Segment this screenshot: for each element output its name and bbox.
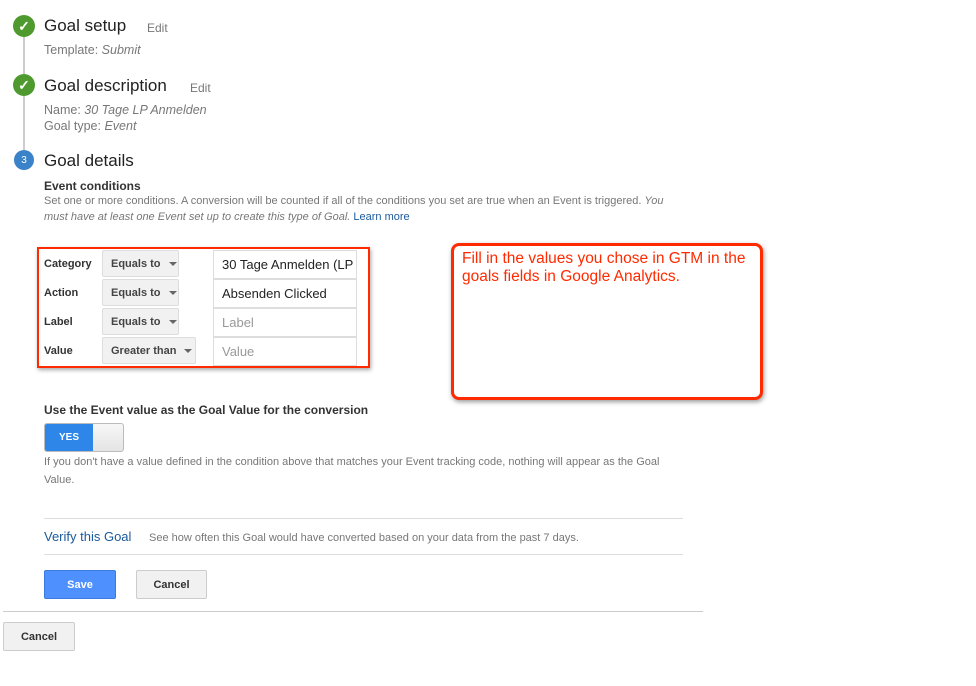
desc: Set one or more conditions. A conversion…: [44, 195, 642, 207]
condition-label: Category: [44, 258, 92, 270]
event-conditions-heading: Event conditions: [44, 179, 141, 193]
step-number-badge: 3: [14, 150, 34, 170]
caret-down-icon: [168, 319, 177, 324]
condition-label: Value: [44, 345, 73, 357]
label-input[interactable]: Label: [213, 308, 357, 337]
value: 30 Tage LP Anmelden: [84, 103, 207, 117]
check-icon: ✓: [13, 74, 35, 96]
name-line: Name: 30 Tage LP Anmelden: [44, 103, 207, 117]
divider: [44, 518, 683, 519]
value-input[interactable]: Value: [213, 337, 357, 366]
label: Name:: [44, 103, 85, 117]
operator-dropdown[interactable]: Equals to: [102, 250, 179, 277]
condition-label: Label: [44, 316, 73, 328]
label: Goal type:: [44, 119, 105, 133]
event-conditions-desc: Set one or more conditions. A conversion…: [44, 193, 674, 225]
template-line: Template: Submit: [44, 43, 141, 57]
operator-dropdown[interactable]: Greater than: [102, 337, 196, 364]
label: Template:: [44, 43, 102, 57]
save-button[interactable]: Save: [44, 570, 116, 599]
learn-more-link[interactable]: Learn more: [353, 211, 409, 223]
edit-link[interactable]: Edit: [190, 81, 211, 95]
cancel-button[interactable]: Cancel: [136, 570, 207, 599]
caret-down-icon: [168, 261, 177, 266]
annotation-text: Fill in the values you chose in GTM in t…: [462, 250, 746, 285]
step-title: Goal description: [44, 76, 167, 95]
toggle-label: YES: [45, 424, 93, 451]
goal-value-toggle[interactable]: YES: [44, 423, 124, 452]
goal-type-line: Goal type: Event: [44, 119, 136, 133]
verify-goal-link[interactable]: Verify this Goal: [44, 529, 131, 544]
verify-desc: See how often this Goal would have conve…: [149, 532, 579, 544]
annotation-callout: Fill in the values you chose in GTM in t…: [451, 243, 763, 400]
value: Submit: [101, 43, 141, 57]
edit-link[interactable]: Edit: [147, 21, 168, 35]
check-icon: ✓: [13, 15, 35, 37]
divider: [3, 611, 703, 612]
divider: [44, 554, 683, 555]
action-input[interactable]: Absenden Clicked: [213, 279, 357, 308]
outer-cancel-button[interactable]: Cancel: [3, 622, 75, 651]
operator-dropdown[interactable]: Equals to: [102, 279, 179, 306]
condition-label: Action: [44, 287, 79, 299]
category-input[interactable]: 30 Tage Anmelden (LP: [213, 250, 357, 279]
operator-value: Greater than: [111, 344, 177, 357]
step-title: Goal setup: [44, 16, 127, 35]
value: Event: [104, 119, 137, 133]
operator-value: Equals to: [111, 257, 161, 270]
operator-value: Equals to: [111, 315, 161, 328]
goal-value-heading: Use the Event value as the Goal Value fo…: [44, 403, 369, 417]
caret-down-icon: [184, 348, 193, 353]
operator-dropdown[interactable]: Equals to: [102, 308, 179, 335]
caret-down-icon: [168, 290, 177, 295]
goal-value-help: If you don't have a value defined in the…: [44, 456, 660, 486]
step-title: Goal details: [44, 151, 134, 170]
operator-value: Equals to: [111, 286, 161, 299]
